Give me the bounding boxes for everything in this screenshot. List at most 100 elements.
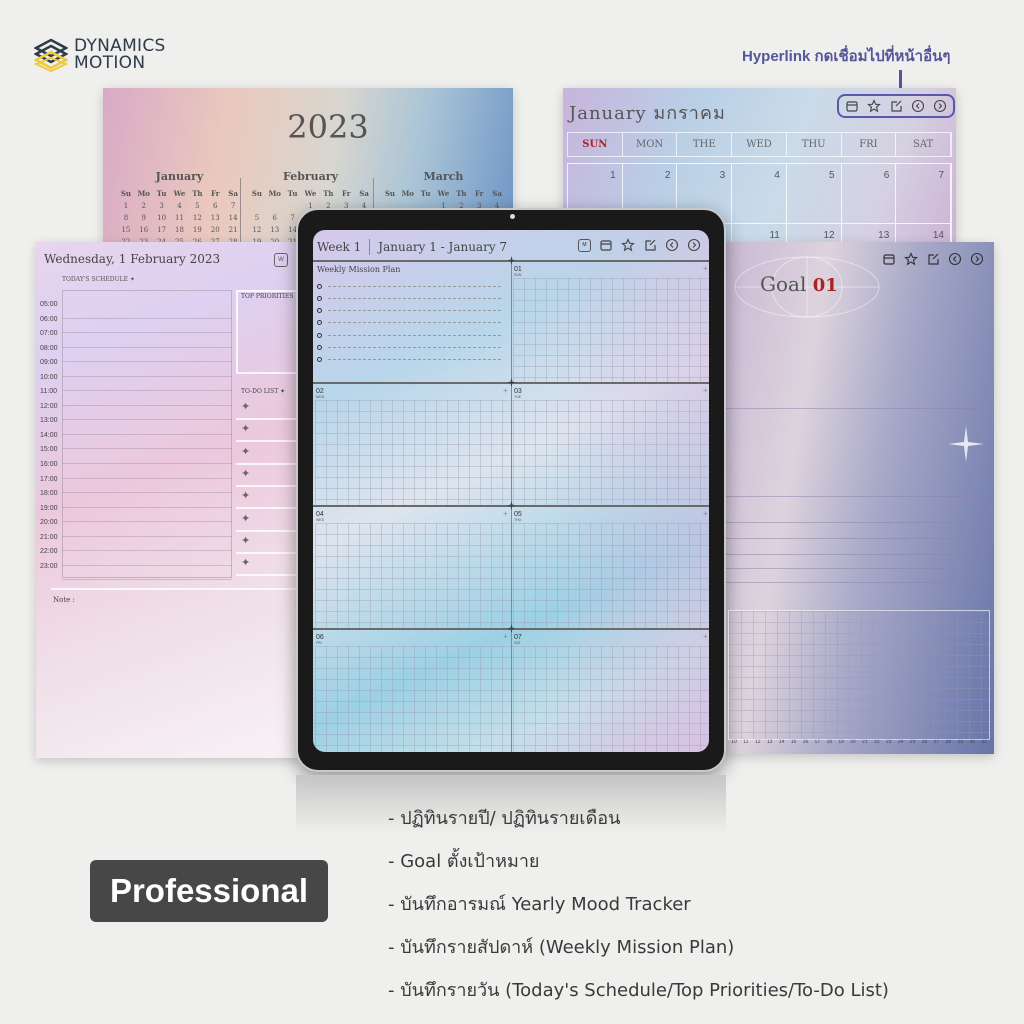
schedule-slot[interactable] xyxy=(62,362,232,377)
schedule-slot[interactable] xyxy=(62,420,232,435)
mission-item[interactable] xyxy=(317,280,501,292)
date-cell[interactable]: 4 xyxy=(732,164,787,224)
edition-badge: Professional xyxy=(90,860,328,922)
weekly-planner-screen: Week 1 January 1 - January 7 M Weekly Mi… xyxy=(313,230,709,752)
feature-item: - บันทึกรายสัปดาห์ (Weekly Mission Plan) xyxy=(388,937,735,958)
todo-item[interactable]: ✦ xyxy=(236,445,298,465)
week-header: Week 1 January 1 - January 7 xyxy=(317,239,507,255)
weekday-header: MON xyxy=(623,133,678,156)
schedule-slot[interactable] xyxy=(62,406,232,421)
time-label: 21:00 xyxy=(40,533,58,541)
schedule-slot[interactable] xyxy=(62,566,232,581)
camera-dot xyxy=(510,214,515,219)
time-label: 18:00 xyxy=(40,490,58,498)
brand-logo: DYNAMICS MOTION xyxy=(34,38,166,72)
feature-item: - ปฏิทินรายปี/ ปฏิทินรายเดือน xyxy=(388,808,621,829)
mission-item[interactable] xyxy=(317,305,501,317)
date-cell: 19 xyxy=(192,226,202,234)
schedule-slot[interactable] xyxy=(62,449,232,465)
plus-icon: + xyxy=(503,386,508,395)
edit-icon[interactable] xyxy=(643,238,657,252)
goal-toolbar xyxy=(882,252,984,266)
weekday-header: Fr xyxy=(341,189,351,198)
next-icon[interactable] xyxy=(970,252,984,266)
day-grid xyxy=(315,646,709,752)
next-icon[interactable] xyxy=(687,238,701,252)
schedule-slot[interactable] xyxy=(62,464,232,479)
weekday-header: We xyxy=(437,189,450,198)
schedule-slot[interactable] xyxy=(62,391,232,406)
weekday-header: THU xyxy=(787,133,842,156)
todo-item[interactable]: ✦ xyxy=(236,400,298,420)
bullet-icon xyxy=(317,308,322,314)
time-label: 11:00 xyxy=(40,388,57,396)
mission-item[interactable] xyxy=(317,292,501,304)
schedule-slot[interactable] xyxy=(62,377,232,392)
calendar-icon[interactable] xyxy=(845,99,859,113)
schedule-slot[interactable] xyxy=(62,435,232,450)
mission-item[interactable] xyxy=(317,329,501,341)
time-label: 17:00 xyxy=(40,475,58,483)
time-label: 14:00 xyxy=(40,431,58,439)
schedule-slot[interactable] xyxy=(62,333,232,348)
schedule-slot[interactable] xyxy=(62,304,232,319)
todo-item[interactable]: ✦ xyxy=(236,534,298,554)
prev-icon[interactable] xyxy=(948,252,962,266)
mission-line xyxy=(328,359,501,361)
schedule-slot[interactable] xyxy=(62,537,232,552)
time-label: 08:00 xyxy=(40,344,58,352)
prev-icon[interactable] xyxy=(911,99,925,113)
schedule-slot[interactable] xyxy=(62,522,232,537)
week-range: January 1 - January 7 xyxy=(378,240,508,254)
mini-calendar-january: January Su Mo Tu We Th Fr Sa 1 2 3 4 5 6 7 8 9 10 11 12 13 1… xyxy=(117,170,242,246)
month-link-button[interactable]: M xyxy=(578,238,591,252)
time-label: 23:00 xyxy=(40,562,58,570)
sparkle-icon xyxy=(507,256,516,265)
date-cell[interactable]: 7 xyxy=(896,164,951,224)
todo-item[interactable]: ✦ xyxy=(236,556,298,577)
star-icon[interactable] xyxy=(904,252,918,266)
calendar-icon[interactable] xyxy=(599,238,613,252)
mission-item[interactable] xyxy=(317,317,501,329)
todo-item[interactable]: ✦ xyxy=(236,467,298,487)
plus-icon: + xyxy=(703,632,708,641)
next-icon[interactable] xyxy=(933,99,947,113)
mood-tracker-grid xyxy=(728,610,990,740)
edit-icon[interactable] xyxy=(926,252,940,266)
schedule-label: TODAY'S SCHEDULE ✦ xyxy=(62,276,135,283)
schedule-slot[interactable] xyxy=(62,493,232,508)
date-cell[interactable]: 6 xyxy=(841,164,897,224)
time-label: 07:00 xyxy=(40,330,58,338)
edit-icon[interactable] xyxy=(889,99,903,113)
schedule-slot[interactable] xyxy=(62,348,232,363)
mission-item[interactable] xyxy=(317,342,501,354)
feature-item: - บันทึกอารมณ์ Yearly Mood Tracker xyxy=(388,894,691,915)
todo-item[interactable]: ✦ xyxy=(236,422,298,443)
schedule-slot[interactable] xyxy=(62,508,232,523)
schedule-slot[interactable] xyxy=(62,551,232,566)
divider xyxy=(240,178,241,248)
date-cell: 2 xyxy=(141,202,146,210)
date-cell: 9 xyxy=(141,214,146,222)
mission-item[interactable] xyxy=(317,354,501,366)
schedule-lines xyxy=(62,304,232,581)
week-link-button[interactable]: W xyxy=(274,253,288,267)
weekday-header: Mo xyxy=(401,189,414,198)
calendar-icon[interactable] xyxy=(882,252,896,266)
todo-item[interactable]: ✦ xyxy=(236,489,298,510)
day-label-thu: 05 THU xyxy=(514,511,522,522)
prev-icon[interactable] xyxy=(665,238,679,252)
date-cell: 8 xyxy=(123,214,129,222)
mission-line xyxy=(328,322,501,324)
schedule-slot[interactable] xyxy=(62,319,232,334)
date-cell[interactable]: 5 xyxy=(786,164,842,224)
schedule-slot[interactable] xyxy=(62,479,232,494)
day-grid xyxy=(315,523,709,628)
star-icon[interactable] xyxy=(621,238,635,252)
todo-item[interactable]: ✦ xyxy=(236,512,298,532)
date-cell: 1 xyxy=(123,202,129,210)
date-cell: 6 xyxy=(272,214,277,222)
bullet-icon xyxy=(317,332,322,338)
star-icon[interactable] xyxy=(867,99,881,113)
goal-number: 01 xyxy=(812,275,838,296)
